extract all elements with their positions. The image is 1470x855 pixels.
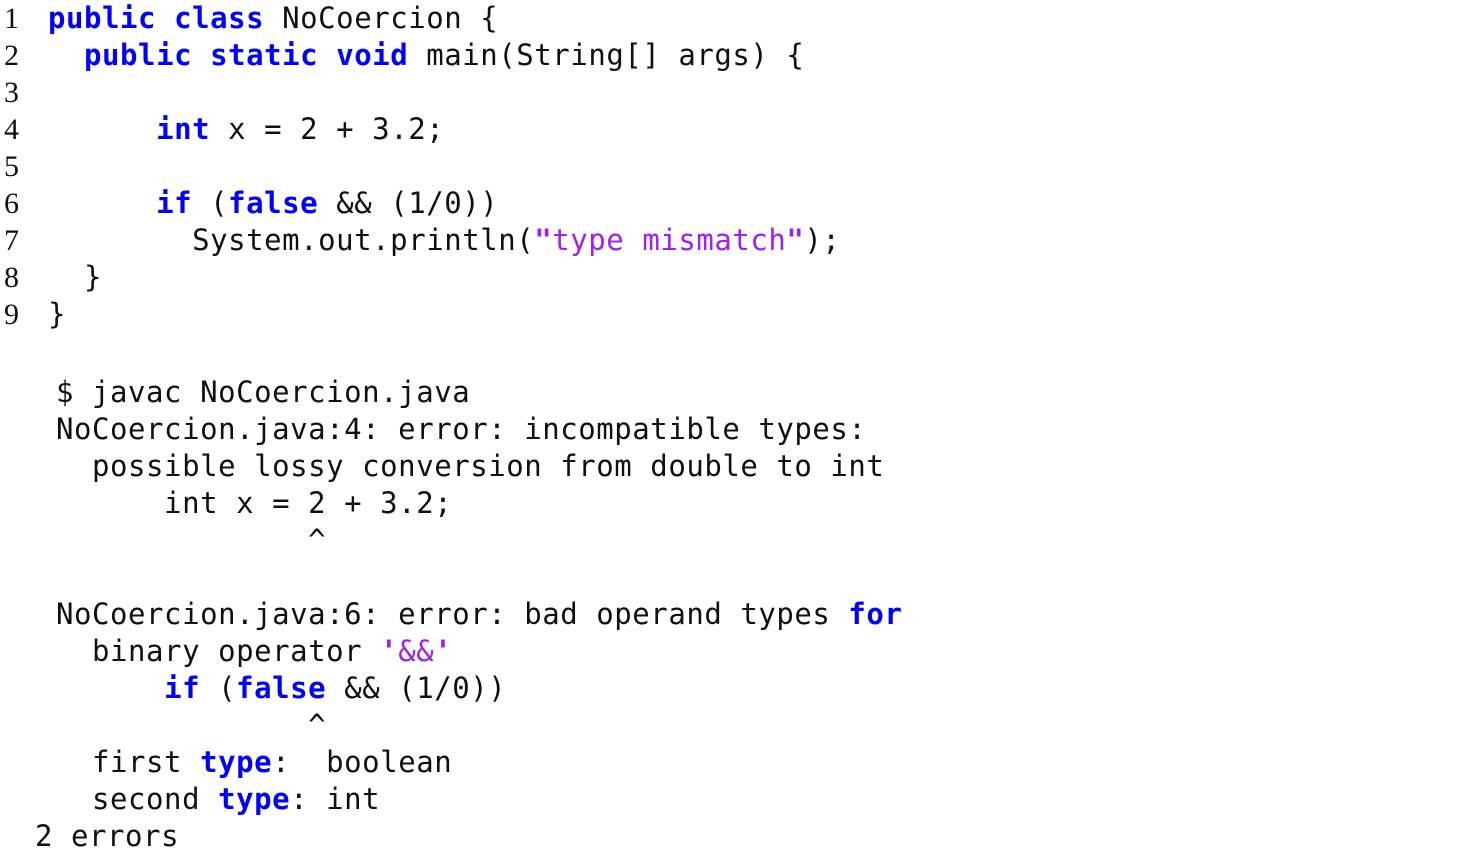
code-token: } — [48, 260, 103, 294]
transcript-line-error-2-source: if (false && (1/0)) — [0, 670, 902, 707]
line-number: 1 — [4, 2, 19, 35]
transcript-line-error-1-caret: ^ — [0, 522, 902, 559]
code-token: false — [236, 671, 327, 705]
code-token: class — [174, 1, 265, 35]
code-token: x = 2 + 3.2; — [210, 112, 445, 146]
code-listing-page: 1 public class NoCoercion {2 public stati… — [0, 0, 1470, 853]
code-token: } — [48, 297, 67, 331]
transcript-line-error-1-source: int x = 2 + 3.2; — [0, 485, 902, 522]
transcript-line-command: $ javac NoCoercion.java — [0, 374, 902, 411]
code-token: && (1/0)) — [318, 186, 499, 220]
transcript-line-error-1-header: NoCoercion.java:4: error: incompatible t… — [0, 411, 902, 448]
code-token: possible lossy conversion from double to… — [56, 449, 885, 483]
line-number: 5 — [4, 150, 19, 183]
source-code-text: } — [48, 259, 102, 296]
code-token: 2 errors — [35, 819, 180, 853]
line-number: 6 — [4, 187, 19, 220]
compiler-output-transcript: $ javac NoCoercion.java NoCoercion.java:4… — [0, 374, 902, 855]
source-code-text: } — [48, 296, 66, 333]
source-line: 1 public class NoCoercion { — [0, 0, 840, 37]
source-line: 7 System.out.println("type mismatch"); — [0, 222, 840, 259]
code-token: ); — [804, 223, 841, 257]
code-token: public — [48, 1, 157, 35]
transcript-line-error-2-first-type: first type: boolean — [0, 744, 902, 781]
code-token: type — [218, 782, 291, 816]
source-line: 8 } — [0, 259, 840, 296]
java-source-listing: 1 public class NoCoercion {2 public stati… — [0, 0, 840, 333]
code-token: && — [398, 634, 435, 668]
code-token: type — [200, 745, 273, 779]
code-token: int — [156, 112, 211, 146]
code-token: false — [228, 186, 319, 220]
code-token: System.out.println( — [48, 223, 535, 257]
code-token: ( — [200, 671, 237, 705]
code-token: if — [164, 671, 201, 705]
code-token: ^ — [56, 708, 327, 742]
code-token: for — [848, 597, 903, 631]
source-code-text: System.out.println("type mismatch"); — [48, 222, 840, 259]
line-number: 8 — [4, 261, 19, 294]
code-token: NoCoercion.java:4: error: incompatible t… — [56, 412, 867, 446]
code-token: " — [786, 223, 805, 257]
code-token: ^ — [56, 523, 327, 557]
source-line: 3 — [0, 74, 840, 111]
code-token: NoCoercion.java:6: error: bad operand ty… — [56, 597, 849, 631]
source-code-text: if (false && (1/0)) — [48, 185, 498, 222]
source-code-text: int x = 2 + 3.2; — [48, 111, 444, 148]
transcript-line-error-2-header: NoCoercion.java:6: error: bad operand ty… — [0, 596, 902, 633]
code-token: && (1/0)) — [326, 671, 507, 705]
transcript-line-error-2-detail: binary operator '&&' — [0, 633, 902, 670]
source-line: 6 if (false && (1/0)) — [0, 185, 840, 222]
code-token: binary operator — [56, 634, 381, 668]
code-token: type mismatch — [552, 223, 787, 257]
transcript-line-error-count: 2 errors — [0, 818, 902, 855]
code-token: : int — [290, 782, 381, 816]
source-code-text: public static void main(String[] args) { — [48, 37, 804, 74]
code-token: int x = 2 + 3.2; — [56, 486, 453, 520]
line-number: 9 — [4, 298, 19, 331]
code-token: " — [534, 223, 553, 257]
transcript-line-error-2-caret: ^ — [0, 707, 902, 744]
transcript-line-error-2-second-type: second type: int — [0, 781, 902, 818]
source-code-text: public class NoCoercion { — [48, 0, 498, 37]
source-line: 9} — [0, 296, 840, 333]
code-token: : boolean — [272, 745, 453, 779]
code-token: ' — [380, 634, 399, 668]
code-token: first — [56, 745, 201, 779]
code-token: public — [84, 38, 193, 72]
source-line: 5 — [0, 148, 840, 185]
line-number: 7 — [4, 224, 19, 257]
code-token: ( — [192, 186, 229, 220]
line-number: 2 — [4, 39, 19, 72]
code-token: static — [210, 38, 319, 72]
code-token: $ javac NoCoercion.java — [56, 375, 471, 409]
code-token: main(String[] args) { — [408, 38, 805, 72]
transcript-line-spacer-1 — [0, 559, 902, 596]
source-line: 2 public static void main(String[] args)… — [0, 37, 840, 74]
line-number: 4 — [4, 113, 19, 146]
source-line: 4 int x = 2 + 3.2; — [0, 111, 840, 148]
code-token: ' — [434, 634, 453, 668]
transcript-line-error-1-detail: possible lossy conversion from double to… — [0, 448, 902, 485]
code-token: if — [156, 186, 193, 220]
line-number: 3 — [4, 76, 19, 109]
code-token: second — [56, 782, 219, 816]
code-token: void — [336, 38, 409, 72]
code-token: NoCoercion { — [264, 1, 499, 35]
